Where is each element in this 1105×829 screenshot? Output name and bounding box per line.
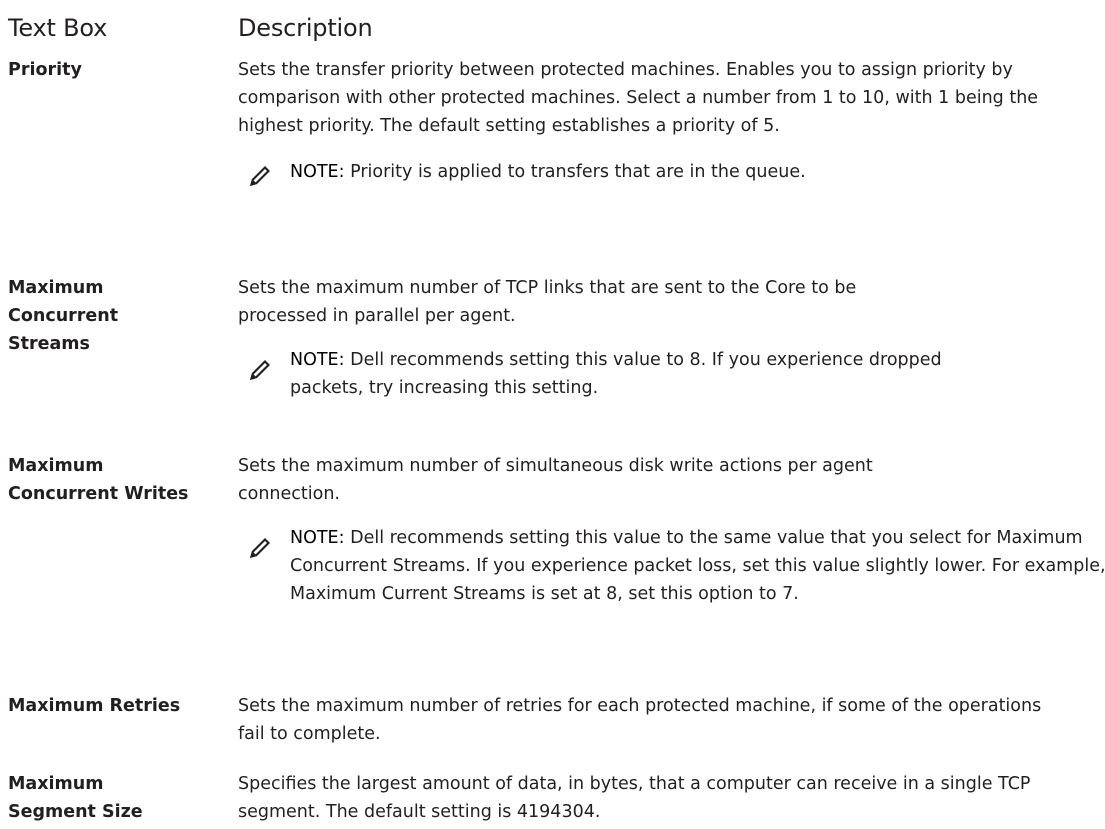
pencil-note-icon bbox=[248, 162, 274, 188]
note: NOTE: Dell recommends setting this value… bbox=[238, 346, 950, 402]
description-maximum-concurrent-writes: Sets the maximum number of simultaneous … bbox=[238, 452, 1105, 608]
note: NOTE: Priority is applied to transfers t… bbox=[238, 158, 1090, 186]
pencil-note-icon bbox=[248, 534, 274, 560]
note-text: Priority is applied to transfers that ar… bbox=[350, 162, 806, 182]
pencil-note-icon bbox=[248, 356, 274, 382]
term-maximum-concurrent-writes: Maximum Concurrent Writes bbox=[8, 456, 189, 504]
term-maximum-segment-size: Maximum Segment Size bbox=[8, 774, 143, 822]
settings-table: Text Box Description Priority Sets the t… bbox=[0, 0, 1105, 829]
column-header-description: Description bbox=[238, 14, 373, 42]
description-maximum-segment-size: Specifies the largest amount of data, in… bbox=[238, 770, 1090, 826]
description-text: Sets the maximum number of TCP links tha… bbox=[238, 278, 857, 326]
note-label: NOTE: bbox=[290, 528, 345, 548]
description-maximum-concurrent-streams: Sets the maximum number of TCP links tha… bbox=[238, 274, 1090, 402]
column-header-text-box: Text Box bbox=[8, 14, 108, 42]
description-priority: Sets the transfer priority between prote… bbox=[238, 56, 1090, 186]
description-maximum-retries: Sets the maximum number of retries for e… bbox=[238, 692, 1090, 748]
term-priority: Priority bbox=[8, 60, 82, 80]
note-text: Dell recommends setting this value to th… bbox=[290, 528, 1105, 604]
note-label: NOTE: bbox=[290, 162, 345, 182]
description-text: Specifies the largest amount of data, in… bbox=[238, 774, 1031, 822]
note-label: NOTE: bbox=[290, 350, 345, 370]
description-text: Sets the maximum number of simultaneous … bbox=[238, 456, 873, 504]
description-text: Sets the maximum number of retries for e… bbox=[238, 696, 1042, 744]
note: NOTE: Dell recommends setting this value… bbox=[238, 524, 1105, 608]
description-text: Sets the transfer priority between prote… bbox=[238, 60, 1039, 136]
term-maximum-concurrent-streams: Maximum Concurrent Streams bbox=[8, 278, 119, 354]
term-maximum-retries: Maximum Retries bbox=[8, 696, 181, 716]
note-text: Dell recommends setting this value to 8.… bbox=[290, 350, 942, 398]
